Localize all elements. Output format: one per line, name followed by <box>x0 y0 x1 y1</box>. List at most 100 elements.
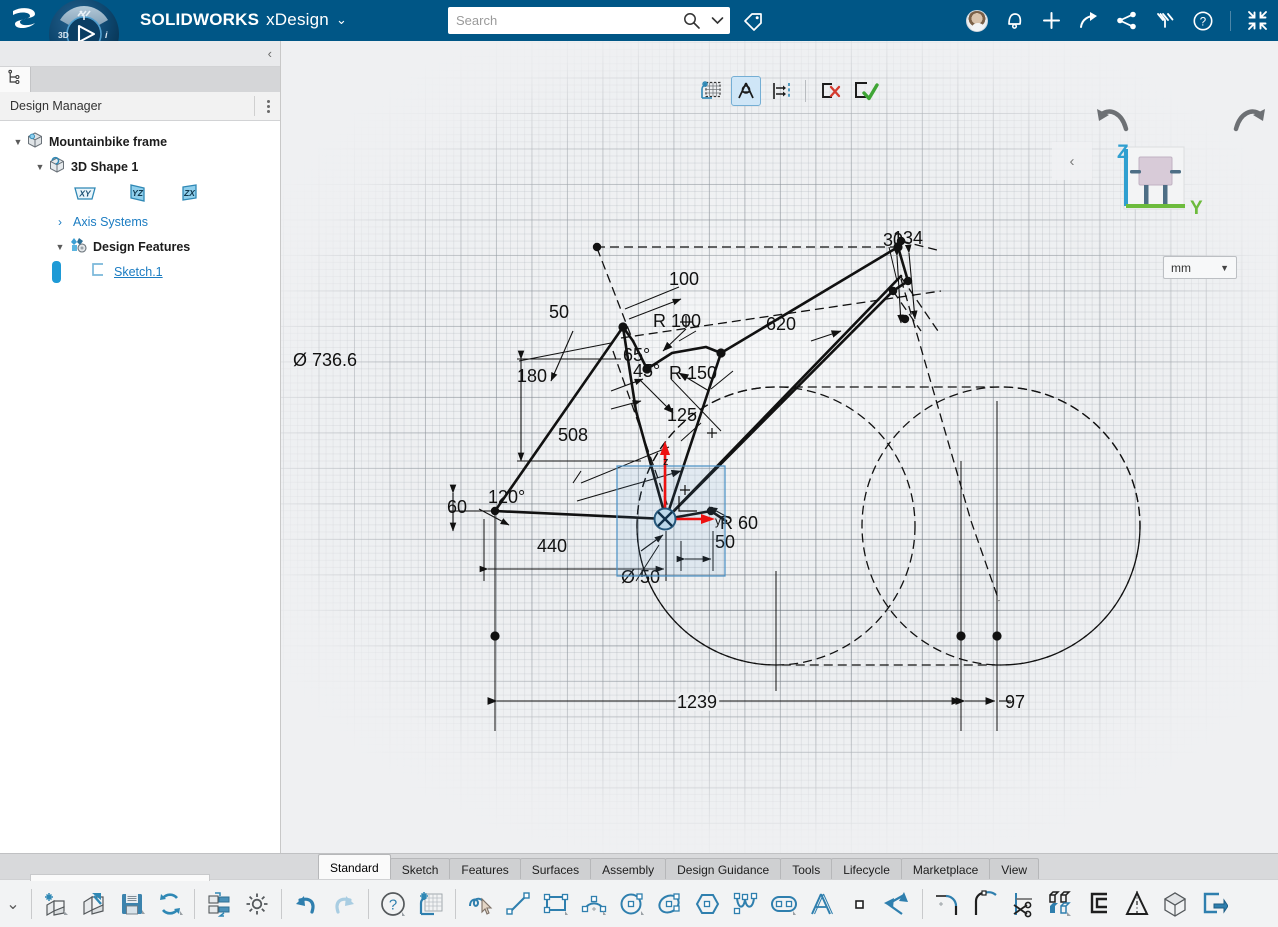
arc-icon[interactable] <box>575 882 613 926</box>
dim-620: 620 <box>766 314 796 334</box>
tab-marketplace[interactable]: Marketplace <box>900 858 991 880</box>
plus-icon[interactable] <box>1041 10 1062 31</box>
sketch-canvas[interactable]: ‹ Z Y mm ▼ Ø 736.6 50 100 R 100 180 65° … <box>281 41 1278 853</box>
tab-view[interactable]: View <box>989 858 1040 880</box>
tree-item-sketch-1[interactable]: Sketch.1 <box>0 259 280 284</box>
dim-125: 125 <box>667 405 697 425</box>
tree-item-3d-shape-1[interactable]: ▼ 3D Shape 1 <box>0 154 280 179</box>
viewport-panel-collapse-button[interactable]: ‹ <box>1052 142 1092 180</box>
collapse-icon[interactable] <box>1247 10 1268 31</box>
tab-standard[interactable]: Standard <box>318 854 391 880</box>
tag-icon[interactable] <box>742 10 764 37</box>
circle-icon[interactable] <box>613 882 651 926</box>
dimension-icon[interactable] <box>879 882 917 926</box>
chevron-down-icon[interactable]: ⌄ <box>336 12 347 28</box>
point-icon[interactable] <box>841 882 879 926</box>
fillet-icon[interactable] <box>928 882 966 926</box>
expander-icon[interactable]: ▼ <box>32 162 48 172</box>
extrude-icon[interactable] <box>1156 882 1194 926</box>
front-wheel-circle <box>861 386 1141 666</box>
notification-bell-icon[interactable] <box>1004 10 1025 31</box>
share-arrow-icon[interactable] <box>1078 10 1100 31</box>
tree-view-icon <box>7 69 23 90</box>
brand-solidworks: SOLIDWORKS <box>140 10 260 29</box>
network-share-icon[interactable] <box>1116 10 1138 31</box>
open-icon[interactable] <box>75 882 113 926</box>
refresh-icon[interactable] <box>151 882 189 926</box>
shape-icon <box>48 156 66 177</box>
tree-item-design-features[interactable]: ▼ Design Features <box>0 234 280 259</box>
redo-icon[interactable] <box>325 882 363 926</box>
spline-icon[interactable] <box>727 882 765 926</box>
tab-sketch[interactable]: Sketch <box>389 858 451 880</box>
3ds-logo-icon[interactable] <box>6 2 42 38</box>
properties-icon[interactable] <box>200 882 238 926</box>
ribbon-tabs: Standard Sketch Features Surfaces Assemb… <box>318 854 1040 880</box>
dim-134: 134 <box>893 228 923 248</box>
current-feature-marker <box>52 260 61 283</box>
mirror-icon[interactable] <box>1118 882 1156 926</box>
undo-icon[interactable] <box>287 882 325 926</box>
chamfer-icon[interactable] <box>966 882 1004 926</box>
rotate-right-icon[interactable] <box>1232 105 1268 140</box>
tab-assembly[interactable]: Assembly <box>590 858 667 880</box>
svg-text:y: y <box>715 514 721 528</box>
dim-r100: R 100 <box>653 311 701 331</box>
svg-text:Y: Y <box>1190 198 1203 219</box>
tree-item-mountainbike-frame[interactable]: ▼ Mountainbike frame <box>0 129 280 154</box>
tab-design-guidance[interactable]: Design Guidance <box>665 858 782 880</box>
avatar[interactable] <box>966 9 988 32</box>
cancel-sketch-icon[interactable] <box>815 76 845 106</box>
search-icon[interactable] <box>678 12 704 29</box>
pattern-icon[interactable] <box>1042 882 1080 926</box>
tree-label[interactable]: Sketch.1 <box>114 265 163 279</box>
polygon-icon[interactable] <box>689 882 727 926</box>
confirm-sketch-icon[interactable] <box>850 76 880 106</box>
exit-sketch-icon[interactable] <box>1194 882 1232 926</box>
dimension-list-icon[interactable] <box>766 76 796 106</box>
ellipse-icon[interactable] <box>651 882 689 926</box>
tab-lifecycle[interactable]: Lifecycle <box>831 858 902 880</box>
more-options-icon[interactable] <box>254 96 270 116</box>
divider <box>31 888 32 919</box>
freehand-select-icon[interactable] <box>461 882 499 926</box>
search-input[interactable] <box>448 8 678 33</box>
view-orientation-cube[interactable]: Z Y <box>1100 139 1220 244</box>
offset-icon[interactable] <box>1080 882 1118 926</box>
new-sketch-icon[interactable] <box>412 882 450 926</box>
text-icon[interactable] <box>803 882 841 926</box>
tab-tools[interactable]: Tools <box>780 858 833 880</box>
help-icon[interactable]: ? <box>374 882 412 926</box>
rotate-left-icon[interactable] <box>1094 105 1130 140</box>
plane-xy-icon[interactable]: XY <box>72 182 98 207</box>
dim-r60: R 60 <box>720 513 758 533</box>
expander-icon[interactable]: › <box>52 215 68 229</box>
slot-icon[interactable] <box>765 882 803 926</box>
line-icon[interactable] <box>499 882 537 926</box>
trim-icon[interactable] <box>1004 882 1042 926</box>
tree-item-axis-systems[interactable]: › Axis Systems <box>0 209 280 234</box>
grid-snap-icon[interactable] <box>696 76 726 106</box>
svg-text:3D: 3D <box>58 30 69 40</box>
tab-surfaces[interactable]: Surfaces <box>519 858 592 880</box>
plane-zx-icon[interactable]: ZX <box>176 182 202 207</box>
sketch-constraint-icon[interactable] <box>731 76 761 106</box>
toolbar-expand-icon[interactable]: ⌄ <box>0 894 26 914</box>
tab-features[interactable]: Features <box>449 858 521 880</box>
expander-icon[interactable]: ▼ <box>10 137 26 147</box>
rectangle-icon[interactable] <box>537 882 575 926</box>
3dexperience-icon[interactable] <box>1154 10 1176 31</box>
help-icon[interactable]: ? <box>1192 10 1214 32</box>
tab-design-manager[interactable] <box>0 67 31 92</box>
panel-collapse-button[interactable]: ‹ <box>268 46 272 61</box>
search-dropdown-icon[interactable] <box>704 16 730 25</box>
unit-selector[interactable]: mm ▼ <box>1163 256 1237 279</box>
settings-gear-icon[interactable] <box>238 882 276 926</box>
search-bar[interactable] <box>448 7 730 34</box>
plane-yz-icon[interactable]: YZ <box>124 182 150 207</box>
expander-icon[interactable]: ▼ <box>52 242 68 252</box>
save-icon[interactable] <box>113 882 151 926</box>
new-part-icon[interactable] <box>37 882 75 926</box>
features-icon <box>68 236 88 257</box>
chevron-down-icon[interactable]: ▼ <box>1220 263 1229 273</box>
